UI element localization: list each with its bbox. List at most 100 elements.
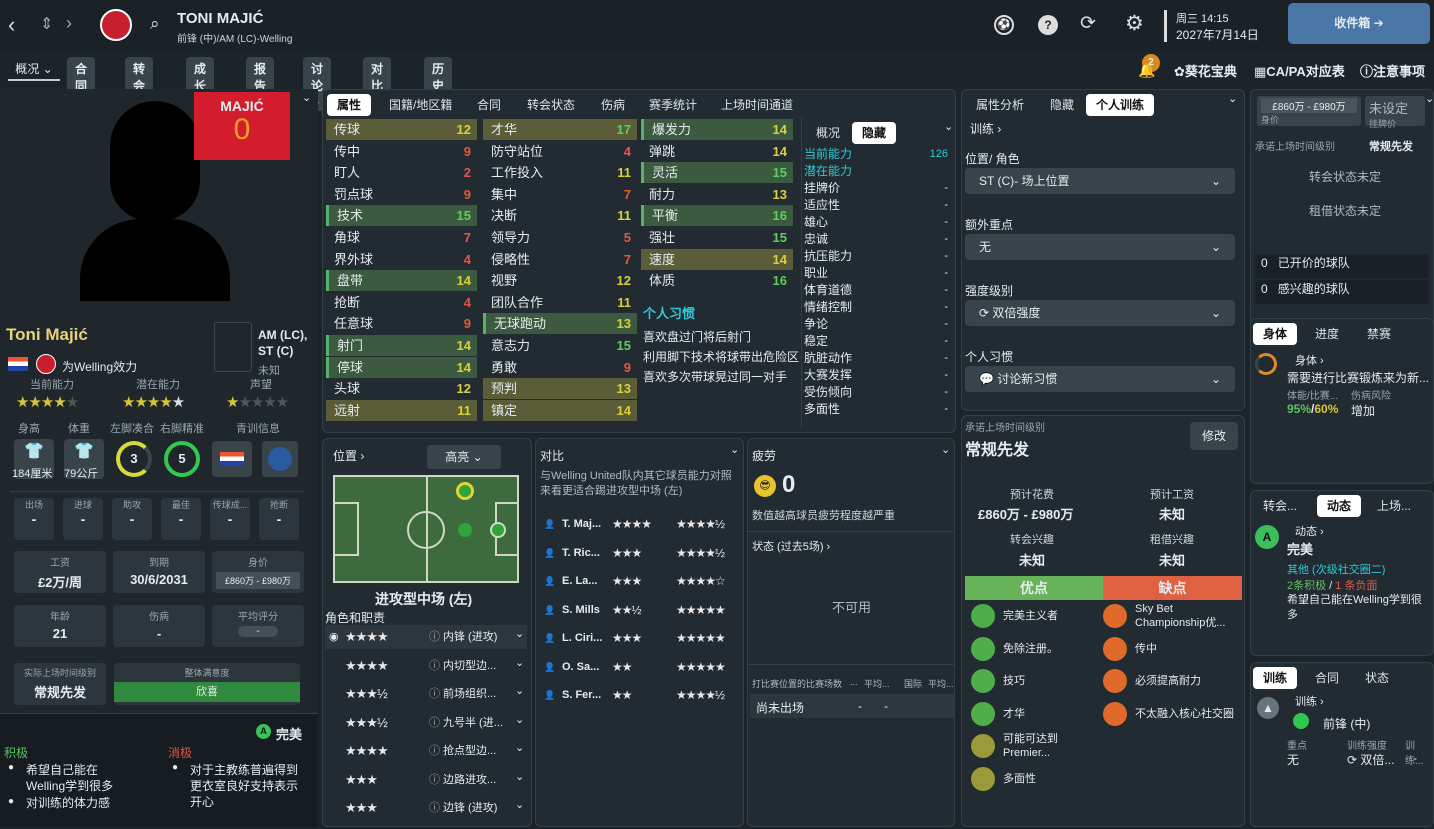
role-row[interactable]: ★★★★ ⓘ 内切型边... ⌄ xyxy=(325,654,527,678)
body-title[interactable]: 身体 › xyxy=(1295,352,1324,368)
back-icon[interactable]: ‹ xyxy=(8,12,15,38)
hidden-attr-name: 肮脏动作 xyxy=(804,351,853,365)
link-guide[interactable]: ✿葵花宝典 xyxy=(1174,61,1237,80)
role-row[interactable]: ★★★ ⓘ 边锋 (进攻) ⌄ xyxy=(325,796,527,820)
compare-player-name[interactable]: S. Mills xyxy=(562,599,600,621)
form-title[interactable]: 状态 (过去5场) › xyxy=(752,538,830,554)
tab-overview[interactable]: 概况 ⌄ xyxy=(8,57,60,81)
chevron-down-icon[interactable]: ⌄ xyxy=(941,443,950,456)
tab-suspension[interactable]: 禁赛 xyxy=(1357,323,1401,345)
inbox-label: 收件箱 xyxy=(1334,16,1371,30)
tab-transfer-status[interactable]: 转会状态 xyxy=(517,94,585,116)
shirt-badge: MAJIĆ 0 xyxy=(194,92,290,160)
info-icon[interactable]: ⓘ xyxy=(429,682,440,706)
compare-player-name[interactable]: T. Ric... xyxy=(562,542,600,564)
chevron-down-icon[interactable]: ⌄ xyxy=(515,708,524,732)
info-icon[interactable]: ⓘ xyxy=(429,768,440,792)
extra-focus-dropdown[interactable]: 无 ⌄ xyxy=(965,234,1235,260)
role-row[interactable]: ★★★★ ⓘ 抢点型边... ⌄ xyxy=(325,739,527,763)
info-icon[interactable]: ⓘ xyxy=(429,711,440,735)
edit-button[interactable]: 修改 xyxy=(1190,422,1238,450)
chevron-down-icon[interactable]: ⌄ xyxy=(944,120,953,133)
chevron-down-icon[interactable]: ⌄ xyxy=(1425,92,1433,105)
tab-playtime[interactable]: 上场... xyxy=(1367,495,1421,517)
role-row[interactable]: ◉ ★★★★ ⓘ 内锋 (进攻) ⌄ xyxy=(325,625,527,649)
tab-hidden[interactable]: 隐藏 xyxy=(852,122,897,144)
compare-player-name[interactable]: E. La... xyxy=(562,570,597,592)
intensity-dropdown[interactable]: ⟳ 双倍强度 ⌄ xyxy=(965,300,1235,326)
role-row[interactable]: ★★★½ ⓘ 九号半 (进... ⌄ xyxy=(325,711,527,735)
body-sub2: 伤病风险 xyxy=(1351,391,1391,402)
tab-body[interactable]: 身体 xyxy=(1253,323,1298,345)
offered-row[interactable]: 0 已开价的球队 xyxy=(1255,254,1429,278)
habit-dropdown[interactable]: 💬 讨论新习惯 ⌄ xyxy=(965,366,1235,392)
compare-player-name[interactable]: S. Fer... xyxy=(562,684,601,706)
pros-header: 优点 xyxy=(965,576,1103,600)
link-ca-pa[interactable]: ▦CA/PA对应表 xyxy=(1254,61,1345,80)
dynamics-title[interactable]: 动态 › xyxy=(1295,523,1324,539)
tab-dynamics[interactable]: 动态 xyxy=(1317,495,1362,517)
link-notes[interactable]: ⓘ注意事项 xyxy=(1360,61,1425,80)
chevron-down-icon[interactable]: ⌄ xyxy=(515,736,524,760)
info-icon[interactable]: ⓘ xyxy=(429,739,440,763)
tab-playtime-path[interactable]: 上场时间通道 xyxy=(711,94,803,116)
up-down-icon[interactable]: ⇕ xyxy=(40,14,53,34)
body-panel: 身体 进度 禁赛 身体 › 需要进行比赛锻炼来为新... 体能/比赛... 伤病… xyxy=(1250,318,1434,484)
tab-overview[interactable]: 概况 xyxy=(806,122,850,144)
compare-player-name[interactable]: T. Maj... xyxy=(562,513,601,535)
tab-attr-analysis[interactable]: 属性分析 xyxy=(966,94,1034,116)
gear-icon[interactable]: ⚙ xyxy=(1125,11,1144,36)
tab-attributes[interactable]: 属性 xyxy=(327,94,372,116)
radio-icon[interactable]: ◉ xyxy=(329,625,339,649)
tab-contract[interactable]: 合同 xyxy=(1305,667,1349,689)
tab-injury[interactable]: 伤病 xyxy=(591,94,635,116)
info-icon[interactable]: ⓘ xyxy=(429,625,440,649)
attribute-name: 盘带 xyxy=(337,273,364,289)
chevron-down-icon[interactable]: ⌄ xyxy=(302,91,311,104)
role-stars: ★★★★ xyxy=(345,657,389,673)
position-panel: 位置 › 高亮 ⌄ 进攻型中场 (左) 角色和职责 ◉ ★★★★ ⓘ 内锋 (进攻) ⌄… xyxy=(322,438,532,827)
info-icon[interactable]: ⓘ xyxy=(429,796,440,820)
chevron-down-icon[interactable]: ⌄ xyxy=(515,651,524,675)
tab-nationality[interactable]: 国籍/地区籍 xyxy=(379,94,462,116)
pro-item: 免除注册。 xyxy=(965,635,1103,665)
club-badge-icon[interactable] xyxy=(100,9,132,41)
refresh-icon[interactable]: ⟳ xyxy=(1080,12,1096,35)
info-icon[interactable]: ⓘ xyxy=(429,654,440,678)
chevron-down-icon[interactable]: ⌄ xyxy=(1228,92,1237,105)
role-row[interactable]: ★★★ ⓘ 边路进攻... ⌄ xyxy=(325,768,527,792)
training-title[interactable]: 训练 › xyxy=(1295,693,1324,709)
attribute-value: 12 xyxy=(456,122,471,137)
chevron-down-icon[interactable]: ⌄ xyxy=(730,443,739,456)
interested-row[interactable]: 0 感兴趣的球队 xyxy=(1255,280,1429,304)
tab-status[interactable]: 状态 xyxy=(1355,667,1399,689)
tab-training[interactable]: 训练 xyxy=(1253,667,1298,689)
tab-hidden[interactable]: 隐藏 xyxy=(1040,94,1084,116)
player-title: TONI MAJIĆ xyxy=(177,10,264,27)
tab-contract[interactable]: 合同 xyxy=(467,94,511,116)
compare-player-name[interactable]: O. Sa... xyxy=(562,656,599,678)
chevron-down-icon[interactable]: ⌄ xyxy=(515,793,524,817)
ball-icon[interactable]: ⚽ xyxy=(994,15,1014,35)
role-row[interactable]: ★★★½ ⓘ 前场组织... ⌄ xyxy=(325,682,527,706)
tab-personal-training[interactable]: 个人训练 xyxy=(1086,94,1155,116)
role-dropdown[interactable]: ST (C)- 场上位置 ⌄ xyxy=(965,168,1235,194)
help-icon[interactable]: ? xyxy=(1038,15,1058,35)
tab-season-stats[interactable]: 赛季统计 xyxy=(639,94,707,116)
chevron-down-icon[interactable]: ⌄ xyxy=(515,622,524,646)
highlight-dropdown[interactable]: 高亮 ⌄ xyxy=(427,445,501,469)
forward-icon[interactable]: › xyxy=(66,13,72,34)
chevron-down-icon[interactable]: ⌄ xyxy=(515,765,524,789)
training-link[interactable]: 训练 › xyxy=(970,120,1001,137)
bell-icon[interactable]: 🔔 xyxy=(1138,62,1155,79)
nation-flag-icon xyxy=(212,441,252,477)
tab-progress[interactable]: 进度 xyxy=(1305,323,1349,345)
tab-transfer[interactable]: 转会... xyxy=(1253,495,1307,517)
inbox-button[interactable]: 收件箱 ➔ xyxy=(1288,3,1430,44)
compare-player-name[interactable]: L. Ciri... xyxy=(562,627,602,649)
position-title[interactable]: 位置 › xyxy=(333,447,364,464)
search-icon[interactable]: ⌕ xyxy=(150,14,160,34)
flair-icon xyxy=(971,701,995,726)
attribute-name: 灵活 xyxy=(652,165,679,181)
chevron-down-icon[interactable]: ⌄ xyxy=(515,679,524,703)
